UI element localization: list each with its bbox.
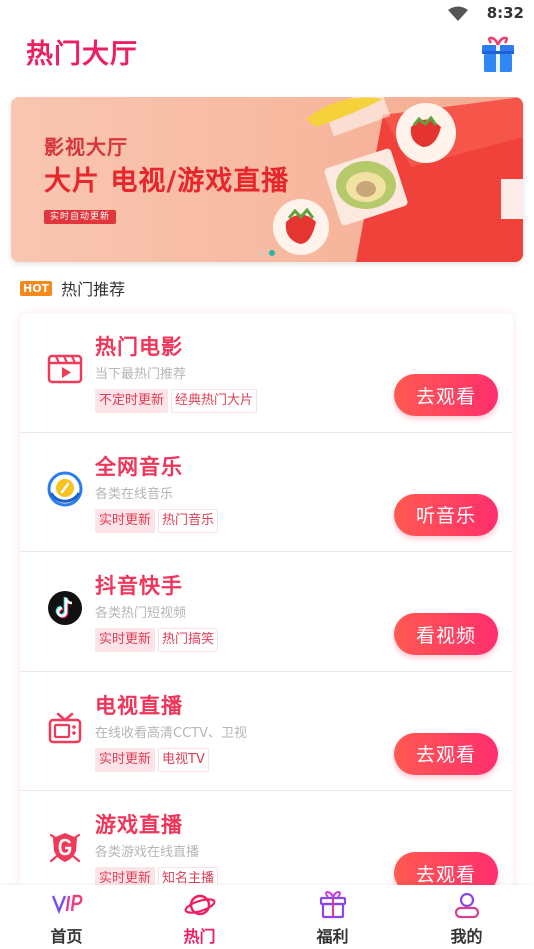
nav-welfare[interactable]: 福利: [266, 885, 399, 949]
nav-label: 热门: [183, 927, 216, 946]
watch-button[interactable]: 去观看: [394, 732, 498, 775]
banner-subtitle: 影视大厅: [44, 135, 128, 159]
item-name: 全网音乐: [95, 454, 183, 479]
tv-icon: [48, 712, 82, 743]
item-tag: 电视TV: [158, 747, 209, 772]
view-video-button[interactable]: 看视频: [394, 613, 498, 655]
gift-icon: [482, 36, 514, 72]
nav-label: 首页: [50, 927, 83, 946]
list-item-shortvideo[interactable]: 抖音快手 各类热门短视频 实时更新 热门搞笑 看视频: [20, 552, 513, 672]
list-item-music[interactable]: 全网音乐 各类在线音乐 实时更新 热门音乐 听音乐: [20, 433, 513, 552]
user-icon: [454, 892, 479, 919]
header: 热门大厅: [0, 28, 534, 88]
item-name: 热门电影: [95, 335, 183, 359]
bottom-nav: 首页 热门 福利 我的: [0, 885, 534, 949]
wifi-icon: [448, 6, 468, 21]
item-desc: 各类游戏在线直播: [95, 845, 200, 860]
banner-dot[interactable]: [258, 250, 264, 256]
item-desc: 当下最热门推荐: [95, 367, 187, 382]
page-title: 热门大厅: [26, 39, 138, 70]
item-tags: 实时更新 热门音乐: [95, 508, 221, 533]
item-desc: 在线收看高清CCTV、卫视: [95, 725, 247, 741]
list-item-tv[interactable]: 电视直播 在线收看高清CCTV、卫视 实时更新 电视TV 去观看: [20, 672, 513, 791]
item-tag: 热门音乐: [158, 508, 219, 533]
item-tags: 实时更新 热门搞笑: [95, 628, 221, 652]
nav-label: 我的: [450, 927, 483, 946]
gift-icon: [319, 891, 346, 919]
section-title: 热门推荐: [61, 280, 126, 299]
nav-label: 福利: [316, 927, 349, 946]
nav-hot[interactable]: 热门: [133, 885, 266, 949]
promo-banner[interactable]: 影视大厅 大片 电视/游戏直播 实时自动更新: [11, 97, 523, 262]
item-tags: 不定时更新 经典热门大片: [95, 389, 260, 413]
banner-pagination: [258, 241, 280, 260]
list-item-movies[interactable]: 热门电影 当下最热门推荐 不定时更新 经典热门大片 去观看: [20, 313, 513, 433]
list-item-game[interactable]: 游戏直播 各类游戏在线直播 实时更新 知名主播 去观看: [20, 791, 513, 893]
banner-dot-active[interactable]: [269, 250, 275, 256]
nav-home[interactable]: 首页: [0, 885, 133, 949]
item-tag: 不定时更新: [95, 389, 169, 413]
music-icon: [47, 471, 83, 506]
tiktok-icon: [48, 591, 82, 625]
vip-icon: [51, 894, 82, 915]
item-name: 抖音快手: [95, 574, 183, 598]
status-time: 8:32: [486, 4, 524, 22]
item-tag: 实时更新: [95, 508, 156, 533]
planet-icon: [184, 894, 215, 916]
status-bar: 8:32: [0, 0, 534, 28]
item-tag: 实时更新: [95, 747, 156, 772]
section-heading: HOT 热门推荐: [20, 276, 126, 299]
item-tag: 热门搞笑: [158, 628, 219, 652]
watch-button[interactable]: 去观看: [394, 374, 498, 416]
recommend-list: 热门电影 当下最热门推荐 不定时更新 经典热门大片 去观看 全网音乐 各类在线音乐…: [20, 313, 513, 893]
hot-badge: HOT: [20, 280, 53, 296]
item-tag: 实时更新: [95, 628, 156, 652]
listen-button[interactable]: 听音乐: [394, 493, 498, 536]
gift-button[interactable]: [480, 36, 516, 74]
game-icon: [49, 833, 81, 863]
item-name: 游戏直播: [95, 813, 183, 837]
item-desc: 各类热门短视频: [95, 606, 187, 621]
item-tag: 经典热门大片: [171, 389, 258, 413]
film-icon: [47, 354, 83, 384]
item-tags: 实时更新 电视TV: [95, 747, 212, 772]
banner-tag: 实时自动更新: [44, 210, 117, 224]
nav-mine[interactable]: 我的: [400, 885, 533, 949]
item-name: 电视直播: [95, 693, 183, 718]
item-desc: 各类在线音乐: [95, 486, 174, 502]
banner-headline: 大片 电视/游戏直播: [44, 166, 290, 197]
